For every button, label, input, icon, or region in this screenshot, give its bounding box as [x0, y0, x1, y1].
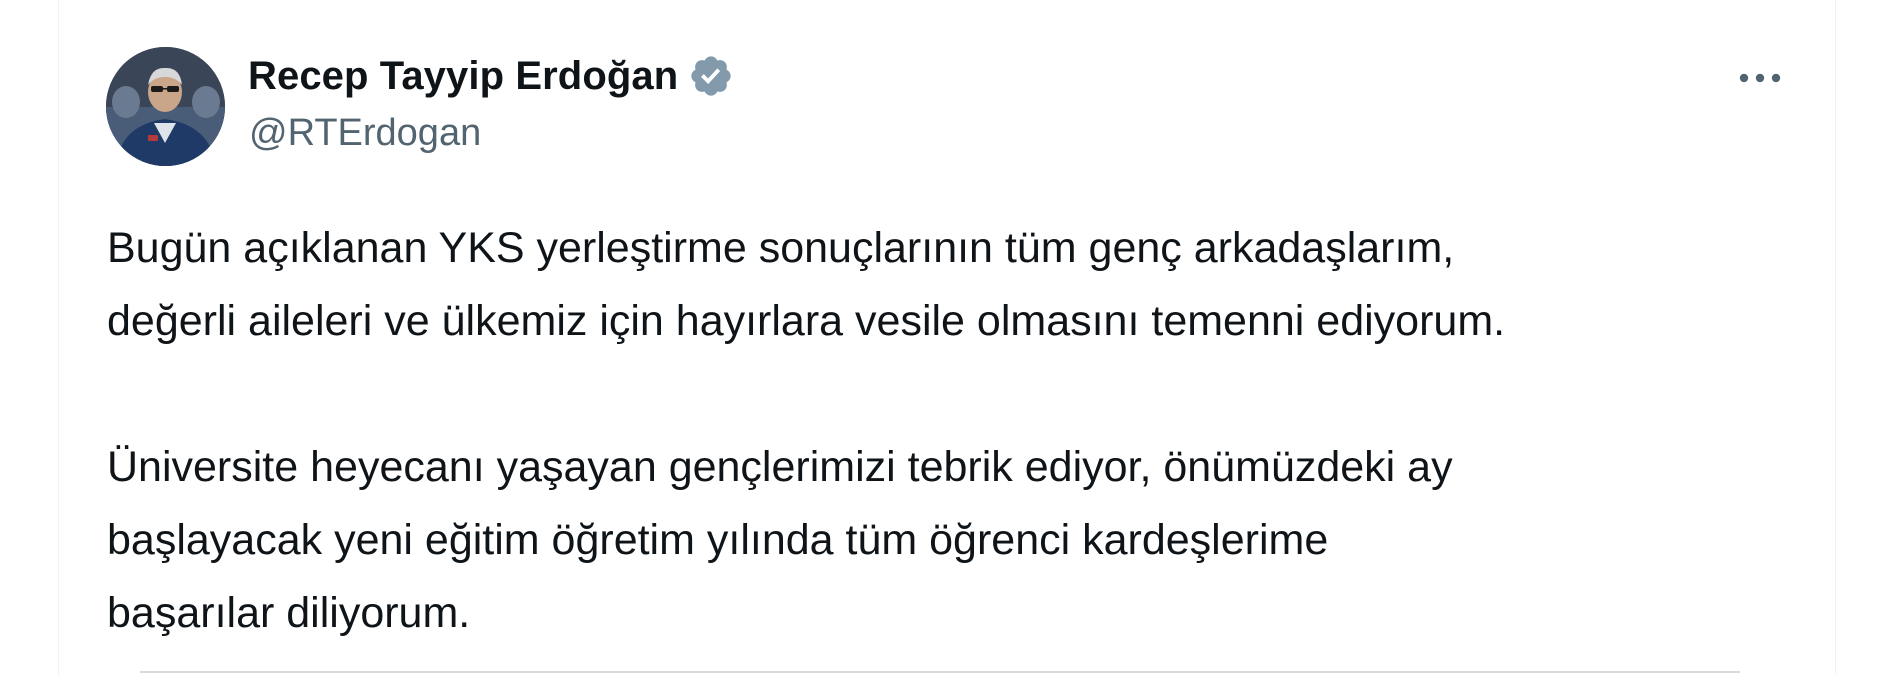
- divider: [140, 671, 1740, 673]
- verified-badge-icon[interactable]: [688, 53, 734, 99]
- tweet-paragraph: Bugün açıklanan YKS yerleştirme sonuçlar…: [107, 224, 1506, 345]
- profile-photo-image: [106, 47, 225, 166]
- author-display-name[interactable]: Recep Tayyip Erdoğan: [248, 54, 678, 99]
- avatar[interactable]: [106, 47, 225, 166]
- tweet-paragraph: Üniversite heyecanı yaşayan gençlerimizi…: [107, 443, 1453, 637]
- more-options-button[interactable]: [1730, 58, 1790, 98]
- author-handle[interactable]: @RTErdogan: [249, 112, 481, 155]
- more-horizontal-icon: [1739, 73, 1781, 83]
- author-name-row[interactable]: Recep Tayyip Erdoğan: [248, 50, 734, 102]
- tweet-body: Bugün açıklanan YKS yerleştirme sonuçlar…: [107, 212, 1807, 650]
